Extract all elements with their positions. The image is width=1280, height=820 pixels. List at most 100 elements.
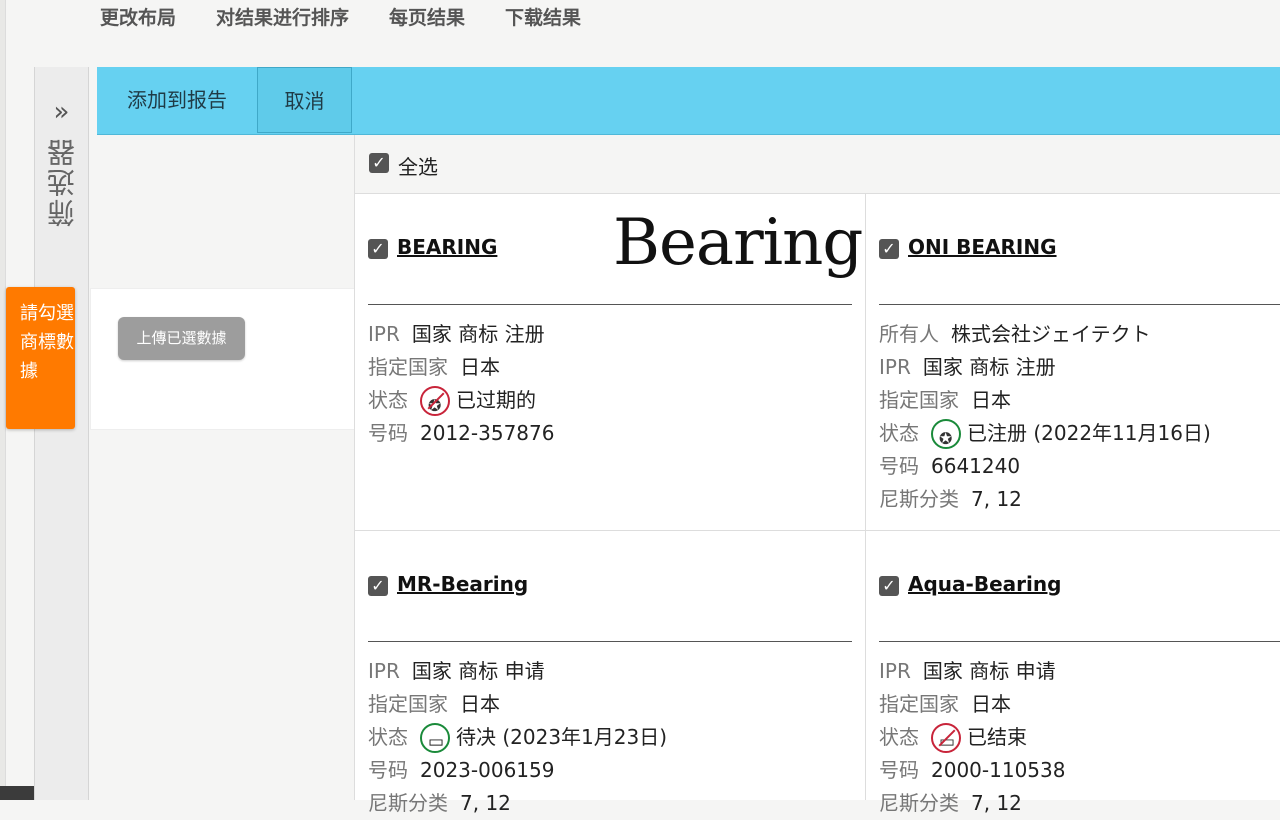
field-value: 待决 (2023年1月23日) [456,725,668,749]
field-value: 2023-006159 [420,758,555,782]
field-key: 尼斯分类 [879,791,959,815]
expired-icon [420,385,450,422]
card-checkbox[interactable]: ✓ [879,239,899,259]
field-key: 指定国家 [368,355,448,379]
field-key: 状态 [879,725,919,749]
field-value: 7, 12 [460,791,511,815]
left-panel [97,135,354,288]
field-status: 状态 已注册 (2022年11月16日) [879,417,1211,455]
field-number: 号码 6641240 [879,450,1211,483]
result-card: ✓ Aqua‐Bearing IPR国家 商标 申请 指定国家日本 状态已结束 … [866,531,1280,815]
field-value: 国家 商标 申请 [411,659,545,683]
field-country: 指定国家 日本 [368,688,667,721]
field-status: 状态 待决 (2023年1月23日) [368,721,668,759]
results-grid: ✓ 全选 ✓ BEARING Bearing IPR 国家 商标 注册 指定国家日… [354,135,1280,815]
field-number: 号码 2012-357876 [368,417,554,450]
field-key: 状态 [879,421,919,445]
field-number: 号码 2000-110538 [879,754,1065,787]
field-key: 指定国家 [879,388,959,412]
card-title-link[interactable]: Aqua‐Bearing [908,572,1061,596]
card-header: ✓ BEARING Bearing [368,194,863,305]
field-value: 国家 商标 注册 [411,322,545,346]
field-key: 尼斯分类 [879,487,959,511]
add-to-report-button[interactable]: 添加到报告 [97,67,257,133]
field-value: 日本 [460,355,500,379]
field-key: 所有人 [879,322,939,346]
result-card: ✓ ONI BEARING 所有人 株式会社ジェイテクト IPR 国家 商标 注册 … [866,194,1280,531]
field-ipr: IPR 国家 商标 申请 [368,655,667,688]
field-key: 状态 [368,725,408,749]
select-all-checkbox[interactable]: ✓ [369,153,389,173]
field-value: 6641240 [931,454,1021,478]
field-ipr: IPR 国家 商标 注册 [368,318,554,351]
card-title-link[interactable]: ONI BEARING [908,235,1057,259]
field-value: 日本 [971,692,1011,716]
select-all-label[interactable]: 全选 [398,151,438,180]
field-key: 尼斯分类 [368,791,448,815]
filter-label: 筛选器 [46,137,79,227]
download-results-menu[interactable]: 下载结果 [505,4,581,34]
field-value: 日本 [971,388,1011,412]
card-fields: 所有人株式会社ジェイテクト IPR 国家 商标 注册 指定国家日本 状态 已注册 (… [879,318,1211,516]
window-corner [0,786,34,800]
field-value: 已结束 [967,725,1027,749]
cancel-button[interactable]: 取消 [257,67,352,133]
sort-results-menu[interactable]: 对结果进行排序 [216,4,349,34]
card-checkbox[interactable]: ✓ [879,576,899,596]
field-nice-class: 尼斯分类 7, 12 [879,483,1211,516]
field-value: 已过期的 [456,388,536,412]
card-checkbox[interactable]: ✓ [368,239,388,259]
card-title-link[interactable]: BEARING [397,235,497,259]
trademark-logo-image: Bearing [613,206,863,280]
field-value: 已注册 (2022年11月16日) [967,421,1211,445]
card-fields: IPR 国家 商标 申请 指定国家日本 状态 已结束 号码 2000-110538 尼… [879,655,1065,820]
registered-icon [931,418,961,455]
field-key: IPR [879,659,911,683]
field-number: 号码 2023-006159 [368,754,667,787]
results-per-page-menu[interactable]: 每页结果 [389,4,465,34]
expand-chevron-icon[interactable]: » [35,99,88,125]
field-value: 7, 12 [971,791,1022,815]
card-header: ✓ Aqua‐Bearing [879,531,1280,642]
upload-selected-button[interactable]: 上傳已選數據 [118,317,245,360]
pending-icon [420,722,450,759]
card-fields: IPR 国家 商标 注册 指定国家日本 状态 已过期的 号码 2012-357876 [368,318,554,450]
field-key: 指定国家 [368,692,448,716]
field-key: 号码 [368,421,408,445]
field-value: 2000-110538 [931,758,1066,782]
field-value: 株式会社ジェイテクト [951,322,1151,346]
field-status: 状态 已过期的 [368,384,554,422]
field-value: 日本 [460,692,500,716]
card-fields: IPR 国家 商标 申请 指定国家日本 状态 待决 (2023年1月23日) 号码 2… [368,655,667,820]
upload-panel: 上傳已選數據 [90,288,365,430]
field-status: 状态 已结束 [879,721,1065,759]
field-key: 号码 [368,758,408,782]
field-key: 号码 [879,454,919,478]
field-value: 国家 商标 注册 [922,355,1056,379]
filter-rail[interactable]: » 筛选器 [34,67,89,800]
select-all-row: ✓ 全选 [355,135,1280,194]
result-card: ✓ BEARING Bearing IPR 国家 商标 注册 指定国家日本 状态 已… [355,194,866,531]
field-key: 指定国家 [879,692,959,716]
action-bar: 添加到报告 取消 [97,67,1280,135]
select-trademark-tab[interactable]: 請勾選商標數據 [6,287,75,429]
field-country: 指定国家 日本 [879,688,1065,721]
field-owner: 所有人 株式会社ジェイテクト [879,318,1211,351]
field-key: IPR [368,659,400,683]
result-card: ✓ MR-Bearing IPR 国家 商标 申请 指定国家日本 状态 待决 (20… [355,531,866,815]
field-value: 7, 12 [971,487,1022,511]
field-value: 国家 商标 申请 [922,659,1056,683]
field-ipr: IPR 国家 商标 注册 [879,351,1211,384]
field-nice-class: 尼斯分类 7, 12 [879,787,1065,820]
field-ipr: IPR 国家 商标 申请 [879,655,1065,688]
field-country: 指定国家 日本 [368,351,554,384]
ended-icon [931,722,961,759]
card-title-link[interactable]: MR-Bearing [397,572,528,596]
card-checkbox[interactable]: ✓ [368,576,388,596]
card-header: ✓ ONI BEARING [879,194,1280,305]
field-value: 2012-357876 [420,421,555,445]
change-layout-menu[interactable]: 更改布局 [100,4,176,34]
field-nice-class: 尼斯分类 7, 12 [368,787,667,820]
field-key: IPR [368,322,400,346]
top-menu: 更改布局 对结果进行排序 每页结果 下载结果 [100,4,621,34]
